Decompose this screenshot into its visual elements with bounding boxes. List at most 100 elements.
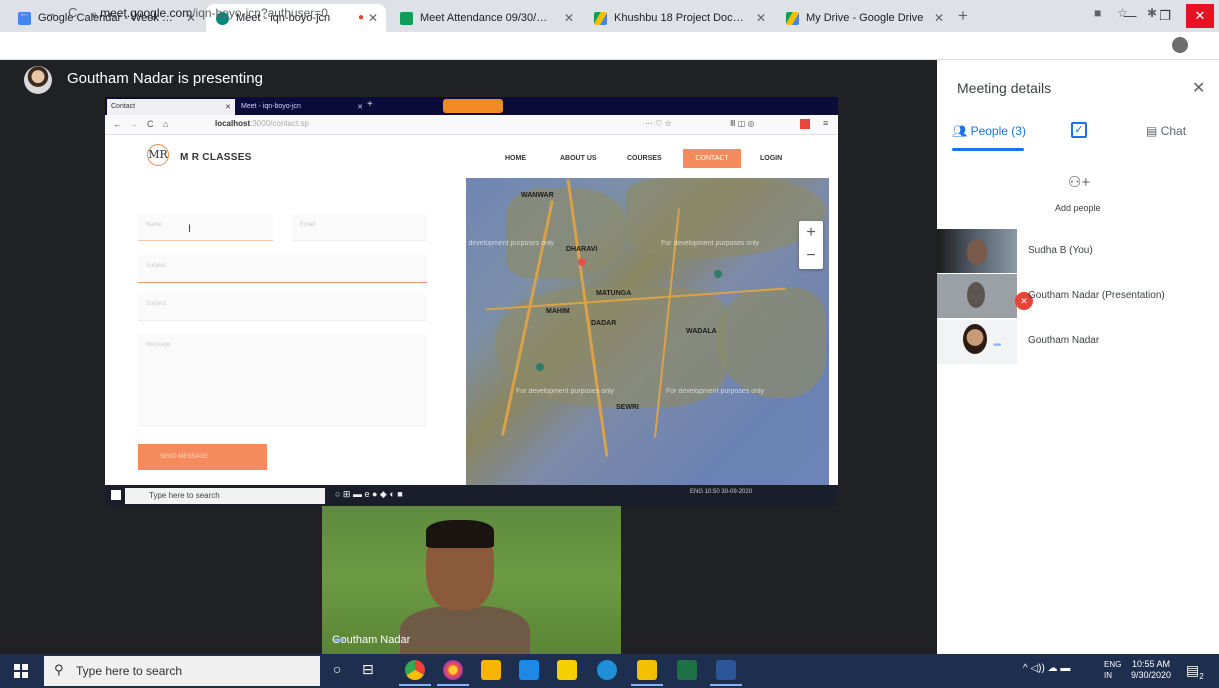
taskbar-search-placeholder: Type here to search — [76, 664, 183, 678]
plus-icon: + — [367, 99, 373, 110]
edge-icon[interactable] — [597, 660, 617, 680]
tab-chat[interactable]: ▤ Chat — [1146, 124, 1186, 138]
app-icon[interactable] — [519, 660, 539, 680]
firefox-url: localhost:3000/contact.sp — [215, 119, 309, 128]
shared-screen: Contact ✕ Meet - iqn-boyo-jcn ✕ + ← → C ⌂ … — [105, 97, 838, 506]
active-tab-indicator — [952, 148, 1024, 151]
send-message-button: SEND MESSAGE — [138, 444, 267, 470]
profile-avatar[interactable] — [1172, 37, 1188, 53]
map-watermark: For development purposes only — [661, 240, 760, 247]
map-watermark: For development purposes only — [516, 388, 615, 395]
speaking-indicator-icon: ••• — [993, 340, 1001, 351]
tab-people[interactable]: 👥︎ People (3) — [952, 124, 1026, 138]
word-icon[interactable] — [716, 660, 736, 680]
reload-icon: C — [147, 119, 154, 129]
notification-center-icon[interactable]: ▤2 — [1186, 662, 1204, 681]
map-place-label: WANWAR — [521, 192, 554, 199]
close-tab-icon[interactable]: ✕ — [564, 4, 574, 32]
system-tray-icons[interactable]: ^ ◁)) ☁ ▬ — [1023, 663, 1070, 674]
site-logo-mark: MR — [147, 144, 169, 166]
check-icon: ✓ — [1074, 124, 1084, 136]
people-icon: 👥︎ — [952, 124, 968, 138]
chat-icon: ▤ — [1146, 124, 1158, 138]
person-body — [400, 606, 530, 654]
map-place-label: SEWRI — [616, 404, 639, 411]
map-place-label: MATUNGA — [596, 290, 632, 297]
map-place-label: MAHIM — [546, 308, 570, 315]
participant-thumbnail — [937, 320, 1017, 364]
shared-windows-taskbar: Type here to search ○ ⊞ ▬ e ● ◆ ◐ ■ ENG … — [105, 485, 838, 506]
close-tab-icon[interactable]: ✕ — [368, 4, 378, 32]
panel-title: Meeting details — [957, 80, 1052, 96]
map-embed: For development purposes only For develo… — [466, 178, 829, 485]
close-tab-icon[interactable]: ✕ — [934, 4, 944, 32]
subject-field-2: Subject — [138, 293, 427, 321]
lock-icon: 🔒︎ — [92, 9, 97, 19]
active-app-indicator — [399, 684, 431, 686]
participant-face — [967, 239, 987, 265]
file-explorer-icon[interactable] — [637, 660, 657, 680]
zoom-in-button: + — [806, 224, 816, 241]
tab-project-document[interactable]: Khushbu 18 Project Document ✕ — [584, 4, 774, 32]
site-nav-about: ABOUT US — [560, 155, 597, 162]
firefox-tab-contact: Contact ✕ — [107, 99, 235, 115]
sheets-icon — [400, 12, 413, 25]
name-field: Name — [138, 214, 273, 241]
close-tab-icon[interactable]: ✕ — [756, 4, 766, 32]
toolbar-icons: Ⅲ ◫ ◎ — [730, 119, 755, 128]
tab-checklist[interactable]: ✓ — [1071, 122, 1087, 138]
tab-meet-attendance[interactable]: Meet Attendance 09/30/2020 - ✕ — [390, 4, 582, 32]
new-tab-button[interactable]: + — [958, 6, 968, 26]
taskbar-clock[interactable]: 10:55 AM 9/30/2020 — [1131, 659, 1171, 681]
address-bar — [0, 32, 1219, 60]
back-icon: ← — [113, 119, 122, 129]
drive-icon — [594, 12, 607, 25]
active-app-indicator — [631, 684, 663, 686]
text-cursor-icon: I — [188, 223, 192, 235]
forward-icon: → — [129, 119, 138, 129]
url-field[interactable]: 🔒︎ meet.google.com/iqn-boyo-jcn?authuser… — [92, 6, 328, 20]
email-field: Email — [292, 214, 427, 241]
add-person-icon[interactable]: ⚇+ — [1068, 173, 1090, 191]
active-app-indicator — [437, 684, 469, 686]
tab-my-drive[interactable]: My Drive - Google Drive ✕ — [776, 4, 952, 32]
active-app-indicator — [710, 684, 742, 686]
participant-thumbnail — [937, 229, 1017, 273]
camera-icon[interactable]: ■ — [1094, 6, 1101, 20]
chrome-icon[interactable] — [405, 660, 425, 680]
site-nav-login: LOGIN — [760, 155, 783, 162]
self-video-tile[interactable]: Goutham Nadar — [322, 506, 621, 654]
add-people-button[interactable]: Add people — [1055, 203, 1101, 213]
extensions-icon[interactable]: ✱ — [1147, 6, 1157, 20]
sticky-notes-icon[interactable] — [557, 660, 577, 680]
excel-icon[interactable] — [677, 660, 697, 680]
map-zoom-control: + − — [799, 221, 823, 269]
search-icon: ⚲ — [54, 662, 64, 677]
menu-icon[interactable]: ⋮ — [1201, 6, 1213, 20]
participant-name: Goutham Nadar (Presentation) — [1028, 290, 1165, 301]
cortana-icon[interactable]: ○ — [333, 661, 341, 677]
taskbar-app-icons: ○ ⊞ ▬ e ● ◆ ◐ ■ — [335, 489, 403, 499]
firefox-icon[interactable] — [443, 660, 463, 680]
reload-icon[interactable]: C — [68, 5, 77, 20]
presenting-banner: Goutham Nadar is presenting — [67, 70, 263, 87]
addon-icon — [800, 119, 810, 129]
participant-thumbnail — [937, 274, 1017, 318]
bookmark-star-icon[interactable]: ☆ — [1117, 6, 1128, 20]
firefox-tab-strip: Contact ✕ Meet - iqn-boyo-jcn ✕ + — [105, 97, 838, 115]
bookmark-star-icon: ··· ♡ ☆ — [645, 119, 672, 128]
close-icon[interactable]: ✕ — [1192, 78, 1205, 98]
drive-icon — [786, 12, 799, 25]
task-view-icon[interactable]: ⊟ — [362, 661, 374, 678]
windows-start-icon[interactable] — [14, 664, 28, 678]
map-pin-icon — [536, 363, 544, 371]
recording-icon: ● — [357, 12, 364, 23]
back-icon[interactable]: ← — [18, 5, 31, 20]
map-pin-icon — [578, 258, 586, 266]
map-land — [506, 188, 626, 278]
windows-logo-icon — [111, 490, 121, 500]
forward-icon[interactable]: → — [44, 5, 57, 20]
input-language[interactable]: ENG IN — [1104, 659, 1121, 681]
store-icon[interactable] — [481, 660, 501, 680]
map-land — [716, 288, 826, 398]
